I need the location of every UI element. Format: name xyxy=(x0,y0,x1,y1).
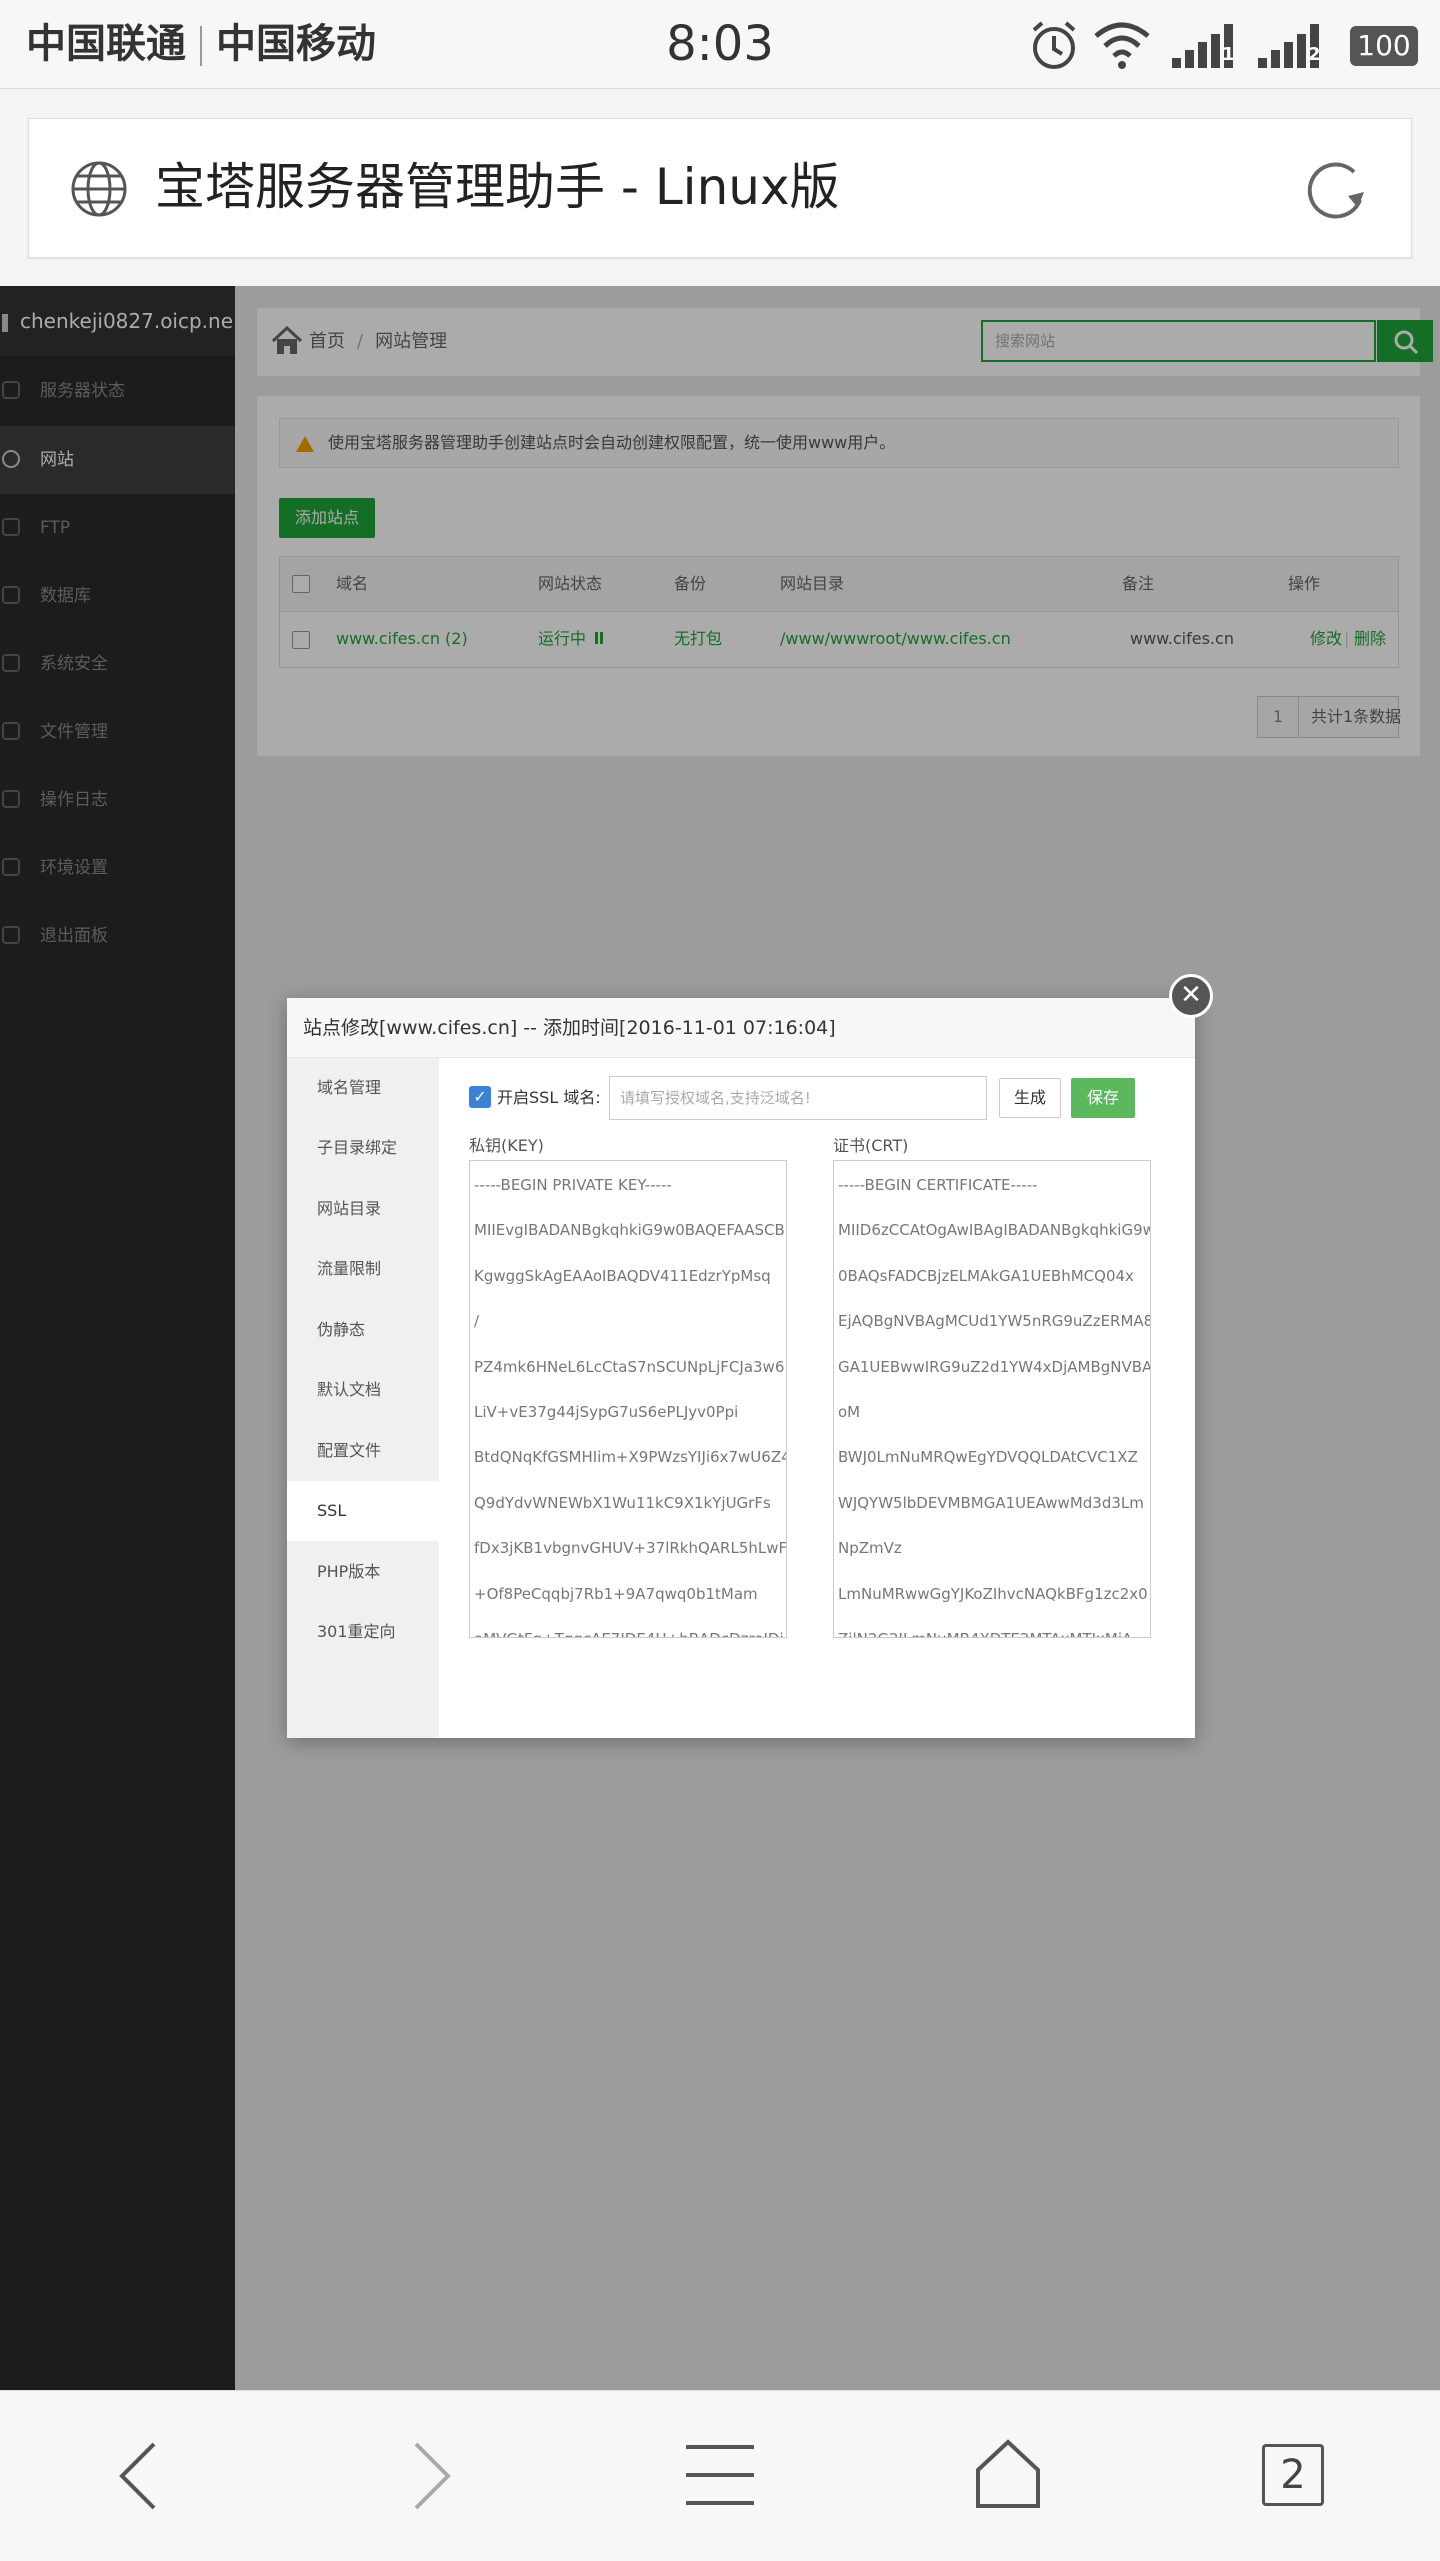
dialog-tab-redirect[interactable]: 301重定向 xyxy=(287,1602,439,1662)
home-icon[interactable] xyxy=(972,2438,1044,2510)
carrier-names: 中国联通 中国移动 xyxy=(26,14,376,74)
ssl-enable-checkbox[interactable]: ✓ xyxy=(469,1086,491,1108)
key-line: fDx3jKB1vbgnvGHUV+37lRkhQARL5hLwFb/ xyxy=(474,1539,786,1558)
close-icon[interactable]: ✕ xyxy=(1169,974,1213,1018)
tabs-button[interactable]: 2 xyxy=(1262,2444,1324,2506)
dialog-tab-traffic[interactable]: 流量限制 xyxy=(287,1239,439,1299)
cert-line: -----BEGIN CERTIFICATE----- xyxy=(838,1176,1038,1194)
save-button[interactable]: 保存 xyxy=(1071,1078,1135,1118)
generate-button[interactable]: 生成 xyxy=(999,1078,1061,1118)
dialog-tab-domain[interactable]: 域名管理 xyxy=(287,1058,439,1118)
carrier-2: 中国移动 xyxy=(216,21,376,67)
key-line: -----BEGIN PRIVATE KEY----- xyxy=(474,1176,672,1194)
key-line: / xyxy=(474,1312,480,1331)
menu-icon[interactable] xyxy=(684,2444,756,2506)
ssl-domain-input[interactable]: 请填写授权域名,支持泛域名! xyxy=(609,1076,987,1120)
dialog-tab-default-doc[interactable]: 默认文档 xyxy=(287,1360,439,1420)
cert-line: 0BAQsFADCBjzELMAkGA1UEBhMCQ04x xyxy=(838,1266,1134,1285)
carrier-1: 中国联通 xyxy=(26,21,186,67)
cert-line: oM xyxy=(838,1403,861,1422)
sim2-number: 2 xyxy=(1308,44,1321,65)
page-title: 宝塔服务器管理助手 - Linux版 xyxy=(155,158,840,216)
key-line: PZ4mk6HNeL6LcCtaS7nSCUNpLjFCJa3w6 xyxy=(474,1357,785,1376)
cert-line: MIID6zCCAtOgAwIBAgIBADANBgkqhkiG9w xyxy=(838,1221,1150,1240)
site-edit-dialog: 站点修改[www.cifes.cn] -- 添加时间[2016-11-01 07… xyxy=(287,974,1213,1738)
dialog-tab-config[interactable]: 配置文件 xyxy=(287,1421,439,1481)
cert-line: WJQYW5lbDEVMBMGA1UEAwwMd3d3Lm xyxy=(838,1493,1144,1512)
key-line: +Of8PeCqqbj7Rb1+9A7qwq0b1tMam xyxy=(474,1584,758,1603)
dialog-tab-rewrite[interactable]: 伪静态 xyxy=(287,1300,439,1360)
web-content: chenkeji0827.oicp.ne 服务器状态 网站 FTP 数据库 系统… xyxy=(0,286,1440,2390)
cert-line: EjAQBgNVBAgMCUd1YW5nRG9uZzERMA8 xyxy=(838,1312,1150,1331)
key-line: KgwggSkAgEAAoIBAQDV411EdzrYpMsq xyxy=(474,1266,771,1285)
status-bar: 中国联通 中国移动 8:03 1 2 100 xyxy=(0,0,1440,89)
dialog-nav: 域名管理 子目录绑定 网站目录 流量限制 伪静态 默认文档 配置文件 SSL P… xyxy=(287,1058,439,1738)
cert-label: 证书(CRT) xyxy=(833,1136,909,1155)
dialog-tab-site-dir[interactable]: 网站目录 xyxy=(287,1179,439,1239)
battery-level: 100 xyxy=(1350,26,1418,66)
key-label: 私钥(KEY) xyxy=(469,1136,544,1155)
certificate-textarea[interactable]: -----BEGIN CERTIFICATE----- MIID6zCCAtOg… xyxy=(833,1160,1151,1638)
key-line: LiV+vE37g44jSypG7uS6ePLJyv0Ppi xyxy=(474,1403,739,1422)
key-line: Q9dYdvWNEWbX1Wu11kC9X1kYjUGrFs xyxy=(474,1493,771,1512)
cert-line: BWJ0LmNuMRQwEgYDVQQLDAtCVC1XZ xyxy=(838,1448,1138,1467)
cert-line: ZjlN2G2JLmNuMB4XDTE2MTAxMTIxMjA xyxy=(838,1617,1150,1637)
key-line: aMVGtFq+TqqcAE7IDE4H+hBADcDzroIDi xyxy=(474,1617,786,1637)
dialog-tab-subdir[interactable]: 子目录绑定 xyxy=(287,1118,439,1178)
key-line: MIIEvgIBADANBgkqhkiG9w0BAQEFAASCB xyxy=(474,1221,785,1240)
sim1-number: 1 xyxy=(1222,44,1235,65)
refresh-icon[interactable] xyxy=(1302,156,1372,226)
ssl-label: 开启SSL 域名: xyxy=(497,1088,601,1107)
private-key-textarea[interactable]: -----BEGIN PRIVATE KEY----- MIIEvgIBADAN… xyxy=(469,1160,787,1638)
cert-line: LmNuMRwwGgYJKoZIhvcNAQkBFg1zc2x0 xyxy=(838,1584,1148,1603)
clock: 8:03 xyxy=(666,16,774,72)
key-line: BtdQNqKfGSMHIim+X9PWzsYIJi6x7wU6Z4 xyxy=(474,1448,786,1467)
dialog-tab-php[interactable]: PHP版本 xyxy=(287,1542,439,1602)
globe-icon xyxy=(71,161,127,217)
dialog-title: 站点修改[www.cifes.cn] -- 添加时间[2016-11-01 07… xyxy=(287,998,1195,1058)
cert-line: GA1UEBwwIRG9uZ2d1YW4xDjAMBgNVBA xyxy=(838,1357,1150,1376)
wifi-icon xyxy=(1094,22,1150,69)
cert-line: NpZmVz xyxy=(838,1539,902,1558)
forward-icon[interactable] xyxy=(400,2440,460,2512)
dialog-tab-ssl[interactable]: SSL xyxy=(287,1481,439,1541)
back-icon[interactable] xyxy=(110,2440,170,2512)
alarm-icon xyxy=(1032,21,1076,69)
